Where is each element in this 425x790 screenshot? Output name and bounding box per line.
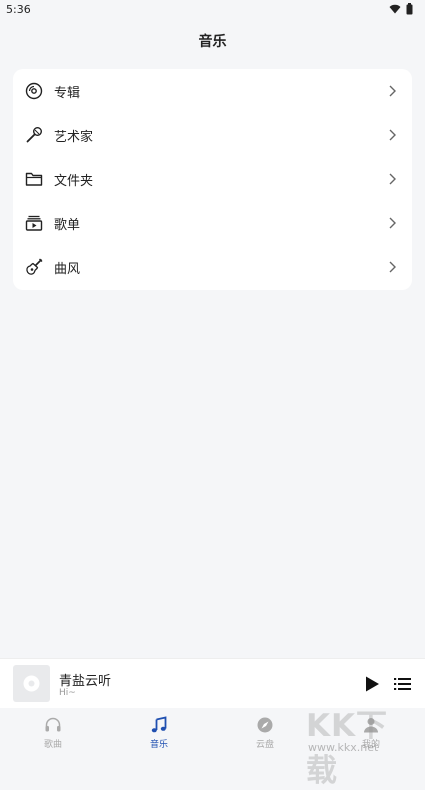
- album-placeholder-icon: [23, 675, 40, 692]
- tab-label: 云盘: [255, 740, 274, 750]
- chevron-right-icon: [389, 217, 396, 229]
- tab-label: 我的: [361, 740, 380, 750]
- tab-cloud[interactable]: 云盘: [212, 708, 318, 757]
- person-icon: [364, 718, 378, 733]
- tab-songs[interactable]: 歌曲: [0, 708, 106, 757]
- now-playing-title: 青盐云听: [59, 674, 112, 689]
- menu-item-label: 曲风: [54, 262, 81, 277]
- queue-list-button[interactable]: [394, 676, 411, 692]
- microphone-icon: [26, 127, 42, 143]
- guitar-icon: [26, 258, 43, 275]
- tab-music[interactable]: 音乐: [106, 708, 212, 757]
- menu-item-label: 专辑: [54, 86, 81, 101]
- tab-label: 音乐: [149, 740, 168, 750]
- menu-item-playlists[interactable]: 歌单: [13, 201, 412, 245]
- headphones-icon: [45, 717, 61, 732]
- folder-icon: [25, 172, 43, 186]
- music-note-icon: [151, 716, 167, 733]
- chevron-right-icon: [389, 129, 396, 141]
- menu-item-folders[interactable]: 文件夹: [13, 157, 412, 201]
- play-button[interactable]: [363, 675, 381, 693]
- wifi-icon: [389, 4, 401, 14]
- tab-mine[interactable]: 我的: [318, 708, 424, 757]
- page-title: 音乐: [198, 34, 227, 50]
- battery-icon: [406, 3, 413, 15]
- album-art[interactable]: [13, 665, 50, 702]
- menu-item-albums[interactable]: 专辑: [13, 69, 412, 113]
- compass-icon: [257, 717, 273, 733]
- album-disc-icon: [25, 82, 43, 100]
- chevron-right-icon: [389, 173, 396, 185]
- status-time: 5:36: [6, 3, 31, 16]
- tab-label: 歌曲: [43, 740, 62, 750]
- status-icons: [389, 3, 413, 15]
- menu-item-label: 艺术家: [54, 130, 94, 145]
- chevron-right-icon: [389, 85, 396, 97]
- menu-item-label: 文件夹: [54, 174, 94, 189]
- status-bar: 5:36: [0, 0, 425, 22]
- playlist-icon: [25, 215, 43, 231]
- now-playing-subtitle: Hi~: [59, 688, 76, 698]
- library-menu-card: 专辑 艺术家 文件夹 歌单 曲风: [13, 69, 412, 290]
- menu-item-genres[interactable]: 曲风: [13, 245, 412, 289]
- chevron-right-icon: [389, 261, 396, 273]
- bottom-navigation: 歌曲 音乐 云盘 我的: [0, 708, 425, 757]
- menu-item-artists[interactable]: 艺术家: [13, 113, 412, 157]
- mini-player[interactable]: 青盐云听 Hi~: [0, 658, 425, 709]
- menu-item-label: 歌单: [54, 218, 81, 233]
